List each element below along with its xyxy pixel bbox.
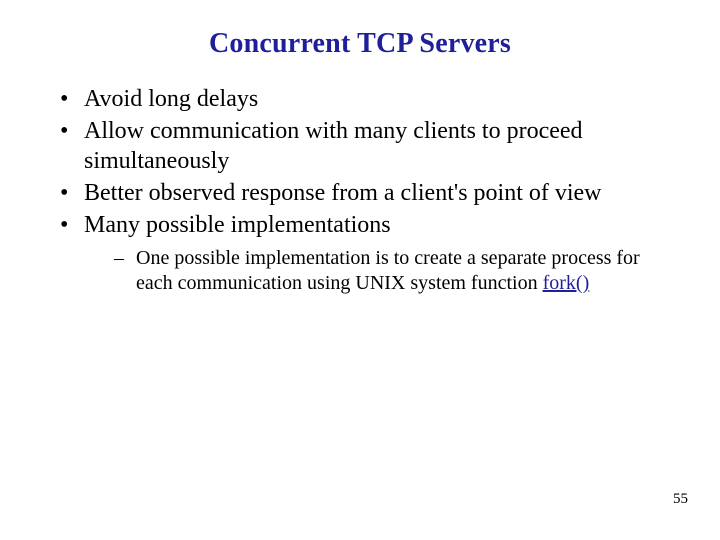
page-number: 55 bbox=[673, 491, 688, 508]
bullet-item: Better observed response from a client's… bbox=[56, 178, 670, 208]
fork-link: fork() bbox=[543, 272, 590, 294]
sub-bullet-list: One possible implementation is to create… bbox=[84, 246, 670, 296]
bullet-list: Avoid long delays Allow communication wi… bbox=[50, 84, 670, 296]
slide-title: Concurrent TCP Servers bbox=[50, 28, 670, 60]
bullet-item: Many possible implementations One possib… bbox=[56, 210, 670, 296]
slide-container: Concurrent TCP Servers Avoid long delays… bbox=[0, 0, 720, 540]
bullet-item-label: Many possible implementations bbox=[84, 212, 391, 238]
bullet-item: Allow communication with many clients to… bbox=[56, 116, 670, 176]
sub-bullet-item: One possible implementation is to create… bbox=[84, 246, 670, 296]
bullet-item: Avoid long delays bbox=[56, 84, 670, 114]
